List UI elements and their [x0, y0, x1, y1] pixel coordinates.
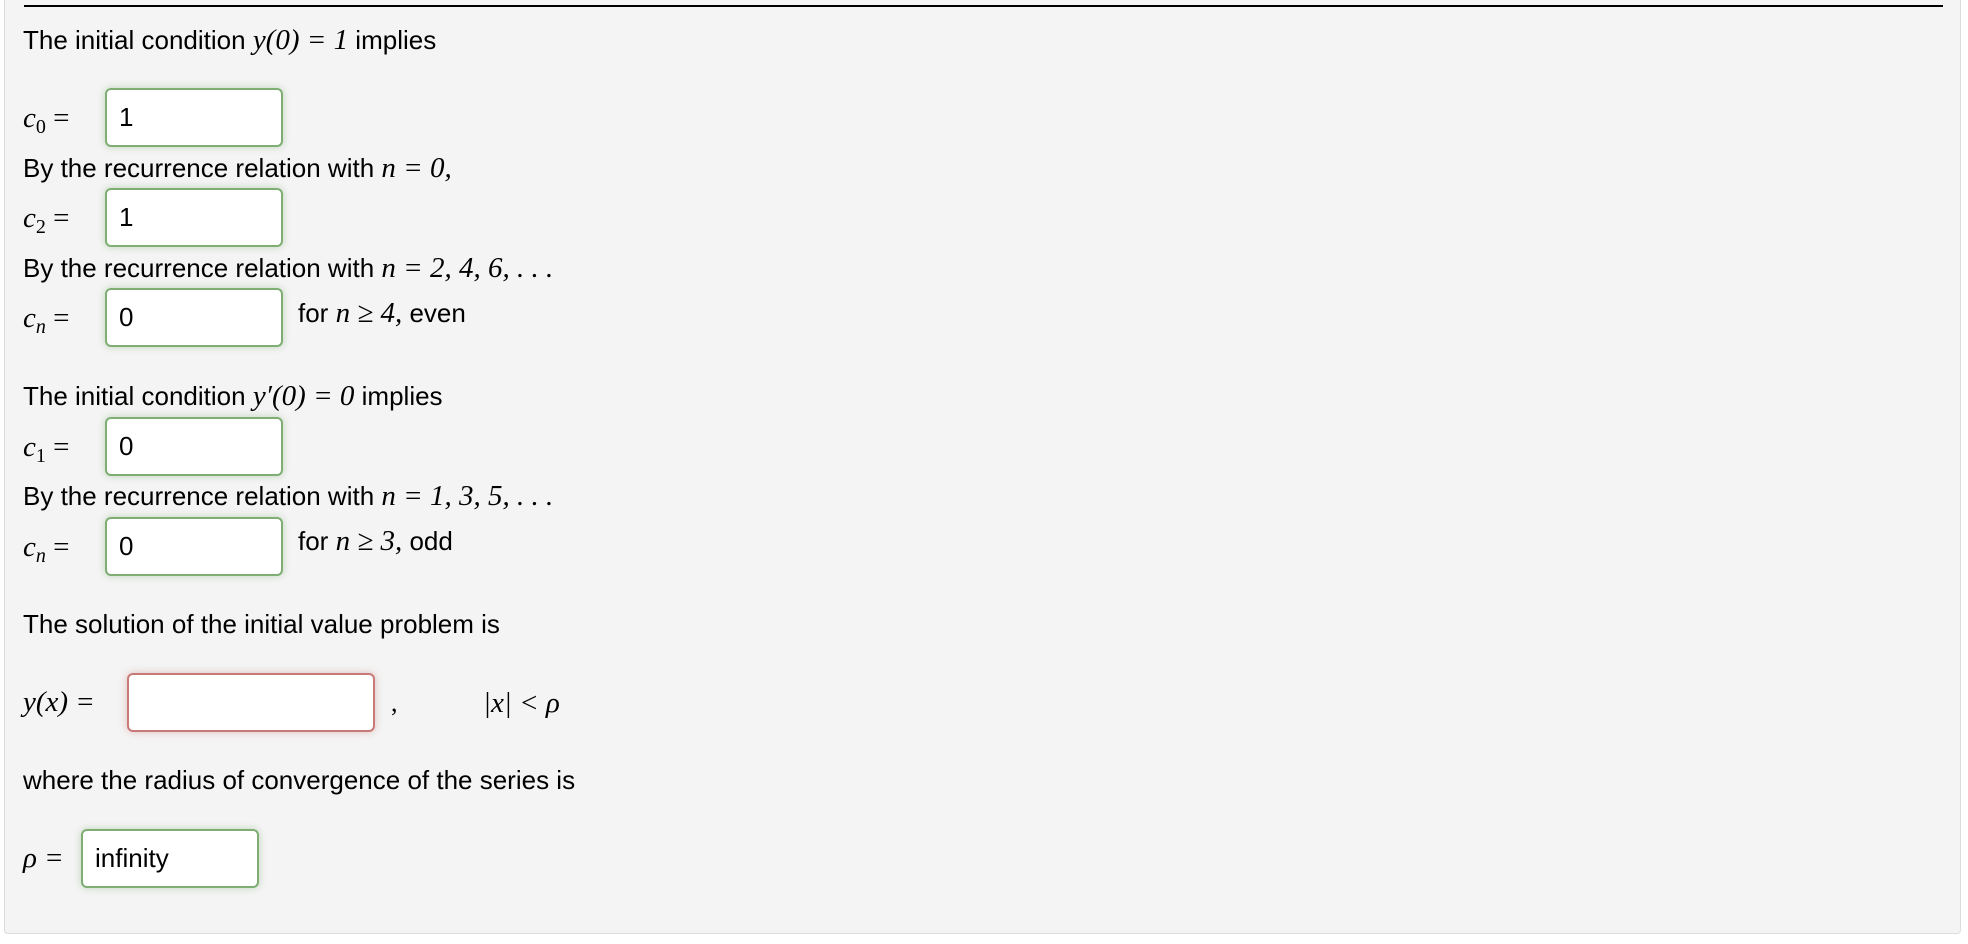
recurrence-odd-text: By the recurrence relation with n = 1, 3… [23, 480, 553, 512]
solution-input[interactable] [127, 673, 375, 732]
comma: , [391, 688, 398, 717]
text: for [298, 526, 336, 556]
c2-label: c2 = [23, 189, 69, 250]
text: even [402, 298, 466, 328]
rho-label: ρ = [23, 842, 64, 874]
math-cond: n ≥ 3, [335, 525, 403, 557]
equals: = [45, 431, 70, 463]
c2-input[interactable] [105, 188, 283, 247]
subscript: 2 [35, 216, 46, 238]
subscript: n [35, 316, 46, 338]
equals: = [45, 202, 70, 234]
var: c [23, 531, 36, 563]
equals: = [45, 531, 70, 563]
cn-even-input[interactable] [105, 288, 283, 347]
text: implies [348, 25, 437, 55]
initial-condition-y0-text: The initial condition y(0) = 1 implies [23, 24, 436, 56]
text: By the recurrence relation with [23, 153, 382, 183]
var: c [23, 202, 36, 234]
math-n0: n = 0, [381, 152, 452, 184]
text: By the recurrence relation with [23, 253, 382, 283]
equals: = [45, 102, 70, 134]
var: c [23, 302, 36, 334]
cn-odd-input[interactable] [105, 517, 283, 576]
math-cond: n ≥ 4, [335, 297, 403, 329]
cn-even-condition: for n ≥ 4, even [298, 284, 466, 342]
recurrence-even-text: By the recurrence relation with n = 2, 4… [23, 252, 553, 284]
text: By the recurrence relation with [23, 481, 382, 511]
text: for [298, 298, 336, 328]
recurrence-n0-text: By the recurrence relation with n = 0, [23, 152, 452, 184]
math-n-odd: n = 1, 3, 5, . . . [381, 480, 554, 512]
top-divider [24, 5, 1943, 7]
cn-odd-label: cn = [23, 518, 69, 579]
var: c [23, 102, 36, 134]
equals: = [45, 302, 70, 334]
rho-input[interactable] [81, 829, 259, 888]
radius-text: where the radius of convergence of the s… [23, 765, 576, 795]
initial-condition-yprime0-text: The initial condition y′(0) = 0 implies [23, 380, 443, 412]
subscript: 1 [35, 445, 46, 467]
text: odd [402, 526, 453, 556]
math-yprime0: y′(0) = 0 [252, 380, 355, 412]
subscript: 0 [35, 116, 46, 138]
subscript: n [35, 545, 46, 567]
c0-input[interactable] [105, 88, 283, 147]
math-y0: y(0) = 1 [252, 24, 349, 56]
cn-odd-condition: for n ≥ 3, odd [298, 512, 453, 570]
cn-even-label: cn = [23, 289, 69, 350]
c0-label: c0 = [23, 89, 69, 150]
math-n-even: n = 2, 4, 6, . . . [381, 252, 554, 284]
c1-input[interactable] [105, 417, 283, 476]
yx-label: y(x) = [23, 686, 95, 718]
text: The initial condition [23, 381, 253, 411]
solution-intro-text: The solution of the initial value proble… [23, 609, 500, 639]
c1-label: c1 = [23, 418, 69, 479]
var: c [23, 431, 36, 463]
text: The initial condition [23, 25, 253, 55]
convergence-domain: |x| < ρ [483, 687, 560, 719]
text: implies [354, 381, 443, 411]
